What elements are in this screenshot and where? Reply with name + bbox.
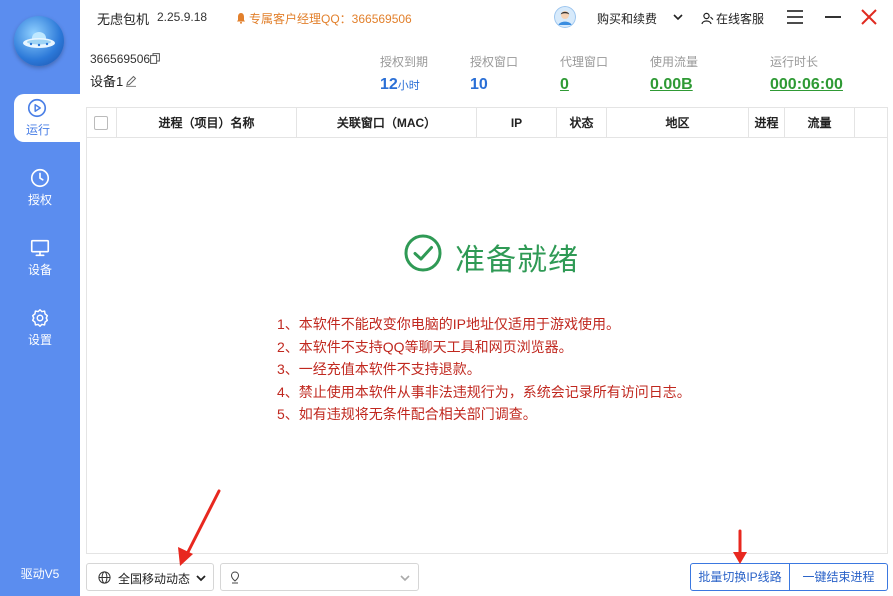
title-bar: 无虑包机 2.25.9.18 专属客户经理QQ：366569506 购买和续费 … (80, 0, 893, 34)
app-logo (14, 16, 64, 66)
stat-value: 10 (470, 76, 488, 93)
play-circle-icon (27, 98, 47, 118)
qq-contact-text: 专属客户经理QQ：366569506 (249, 12, 412, 26)
stat-label: 代理窗口 (560, 55, 609, 69)
col-process[interactable]: 进程 (749, 108, 785, 138)
ready-text: 准备就绪 (455, 244, 579, 277)
notice-item: 2、本软件不支持QQ等聊天工具和网页浏览器。 (277, 338, 573, 355)
stat-value[interactable]: 000:06:00 (770, 76, 843, 93)
nav-run-label: 运行 (26, 123, 51, 137)
nav-settings[interactable]: 设置 (0, 304, 80, 352)
notice-list: 1、本软件不能改变你电脑的IP地址仅适用于游戏使用。 2、本软件不支持QQ等聊天… (277, 313, 691, 426)
process-table: 进程（项目）名称 关联窗口（MAC） IP 状态 地区 进程 流量 准备就绪 1… (86, 107, 888, 554)
online-support-link[interactable]: 在线客服 (701, 10, 764, 27)
stat-license-windows: 授权窗口 10 (470, 53, 518, 94)
ufo-icon (23, 32, 55, 48)
avatar[interactable] (554, 6, 576, 28)
chevron-down-icon (400, 575, 410, 582)
chevron-down-icon[interactable] (672, 11, 684, 23)
table-header: 进程（项目）名称 关联窗口（MAC） IP 状态 地区 进程 流量 (87, 108, 887, 138)
qq-contact[interactable]: 专属客户经理QQ：366569506 (236, 10, 412, 27)
notice-item: 1、本软件不能改变你电脑的IP地址仅适用于游戏使用。 (277, 316, 621, 332)
col-window-mac[interactable]: 关联窗口（MAC） (297, 108, 477, 138)
stat-traffic: 使用流量 0.00B (650, 53, 698, 94)
app-title: 无虑包机 (97, 12, 150, 27)
stat-value[interactable]: 0.00B (650, 76, 693, 93)
user-avatar-icon (554, 6, 576, 28)
device-name-text: 设备1 (90, 74, 124, 89)
stat-value: 12 (380, 76, 398, 93)
edit-icon[interactable] (125, 75, 137, 87)
nav-settings-label: 设置 (27, 333, 52, 347)
sidebar: 运行 授权 设备 设置 驱动V5 (0, 0, 80, 596)
app-version: 2.25.9.18 (157, 10, 208, 24)
stat-unit: 小时 (397, 80, 420, 92)
end-all-processes-button[interactable]: 一键结束进程 (790, 563, 888, 591)
batch-switch-ip-button[interactable]: 批量切换IP线路 (690, 563, 790, 591)
check-circle-icon (404, 234, 442, 272)
location-pin-icon (230, 571, 240, 584)
nav-devices-label: 设备 (27, 263, 52, 277)
driver-version: 驱动V5 (20, 567, 60, 581)
chevron-down-icon (196, 575, 206, 582)
copy-icon[interactable] (150, 53, 160, 64)
col-status[interactable]: 状态 (557, 108, 607, 138)
person-support-icon (701, 12, 714, 25)
select-all-checkbox[interactable] (94, 116, 108, 130)
clock-icon (30, 168, 50, 188)
minimize-icon[interactable] (825, 16, 841, 18)
device-id-text: 366569506 (90, 52, 151, 66)
nav-devices[interactable]: 设备 (0, 234, 80, 282)
region-select-value: 全国移动动态 (118, 572, 191, 586)
globe-icon (98, 571, 111, 584)
notice-item: 4、禁止使用本软件从事非法违规行为，系统会记录所有访问日志。 (277, 383, 691, 400)
bell-icon (237, 13, 245, 24)
nav-license[interactable]: 授权 (0, 164, 80, 212)
notice-item: 5、如有违规将无条件配合相关部门调查。 (277, 406, 537, 422)
line-select[interactable] (220, 563, 419, 591)
stat-runtime: 运行时长 000:06:00 (770, 53, 843, 94)
device-id[interactable]: 366569506 (90, 52, 160, 66)
col-process-name[interactable]: 进程（项目）名称 (117, 108, 297, 138)
stat-proxy-windows: 代理窗口 0 (560, 53, 608, 94)
col-region[interactable]: 地区 (607, 108, 749, 138)
close-icon[interactable] (860, 8, 878, 26)
online-support-label: 在线客服 (716, 12, 765, 26)
buy-renew-menu[interactable]: 购买和续费 (597, 10, 657, 27)
stat-label: 运行时长 (770, 55, 819, 69)
col-traffic[interactable]: 流量 (785, 108, 855, 138)
stat-value[interactable]: 0 (560, 76, 569, 93)
select-all-cell (87, 108, 117, 138)
nav-run[interactable]: 运行 (14, 94, 80, 142)
nav-license-label: 授权 (27, 193, 52, 207)
region-select[interactable]: 全国移动动态 (86, 563, 214, 591)
stat-label: 授权窗口 (470, 55, 519, 69)
notice-item: 3、一经充值本软件不支持退款。 (277, 361, 481, 377)
col-ip[interactable]: IP (477, 108, 557, 138)
menu-icon[interactable] (786, 9, 804, 25)
monitor-icon (30, 239, 50, 257)
stat-label: 使用流量 (650, 55, 699, 69)
device-name[interactable]: 设备1 (90, 71, 137, 90)
stat-label: 授权到期 (380, 55, 429, 69)
gear-icon (31, 309, 49, 327)
stat-license-expiry: 授权到期 12小时 (380, 53, 428, 94)
